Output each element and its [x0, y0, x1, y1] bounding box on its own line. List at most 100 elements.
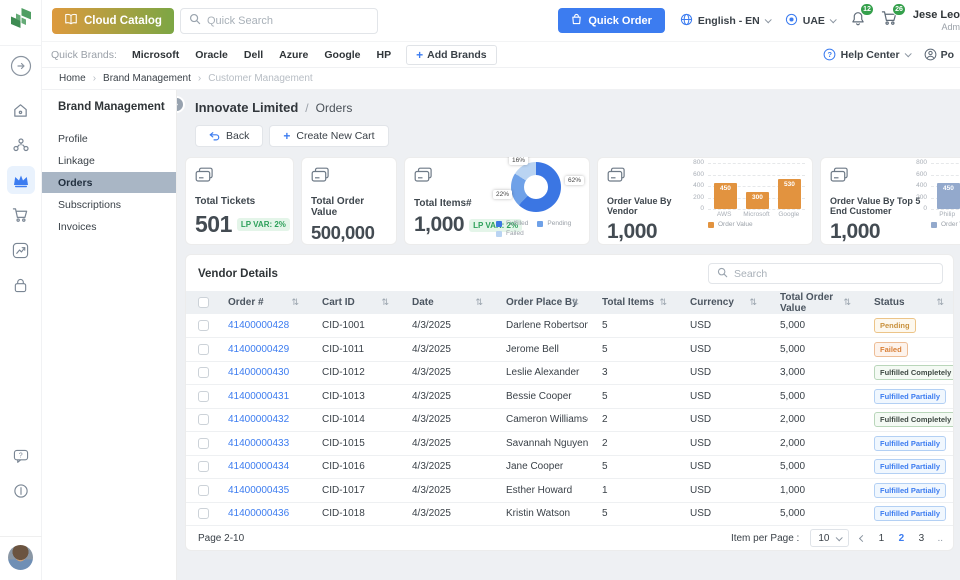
- x-axis-labels: PhilipCodyAnn: [931, 209, 960, 218]
- sort-icon[interactable]: ⇅: [291, 298, 299, 308]
- home-icon[interactable]: [7, 96, 35, 124]
- column-header-date: Date ⇅: [398, 291, 492, 314]
- page-1[interactable]: 1: [876, 533, 886, 544]
- brand-link-oracle[interactable]: Oracle: [195, 49, 228, 61]
- placed-by-cell: Jane Cooper: [492, 455, 588, 479]
- card-total-tickets: Total Tickets 501 LP VAR: 2%: [185, 157, 294, 245]
- organization-icon[interactable]: [7, 131, 35, 159]
- add-brands-button[interactable]: + Add Brands: [406, 45, 497, 65]
- cart-icon[interactable]: [7, 201, 35, 229]
- expand-rail-icon[interactable]: [10, 55, 32, 82]
- create-new-cart-button[interactable]: + Create New Cart: [269, 125, 388, 147]
- brand-link-hp[interactable]: HP: [377, 49, 392, 61]
- per-page-select[interactable]: 10: [810, 529, 849, 547]
- row-checkbox[interactable]: [198, 414, 209, 425]
- page-info: Page 2-10: [198, 533, 244, 544]
- panel-head: Vendor Details: [186, 255, 953, 291]
- row-checkbox[interactable]: [198, 508, 209, 519]
- plot-area: 450300530: [708, 163, 805, 209]
- sort-icon[interactable]: ⇅: [936, 298, 944, 308]
- bar-chart-body: 8006004002000450300520: [914, 163, 960, 209]
- contrast-toggle-icon[interactable]: [7, 477, 35, 505]
- table-search-input[interactable]: [734, 268, 934, 280]
- back-button[interactable]: Back: [195, 125, 263, 147]
- brand-link-dell[interactable]: Dell: [244, 49, 263, 61]
- sort-icon[interactable]: ⇅: [659, 298, 667, 308]
- card-value: 1,000: [607, 220, 657, 244]
- brand-link-azure[interactable]: Azure: [279, 49, 308, 61]
- help-center-dropdown[interactable]: ? Help Center: [823, 48, 910, 61]
- row-checkbox[interactable]: [198, 367, 209, 378]
- page-3[interactable]: 3: [916, 533, 926, 544]
- language-dropdown[interactable]: English - EN: [680, 13, 770, 29]
- column-label: Date: [412, 297, 434, 308]
- order-link[interactable]: 41400000435: [228, 485, 289, 496]
- order-link[interactable]: 41400000431: [228, 391, 289, 402]
- y-tick-label: 400: [916, 183, 927, 190]
- select-all-checkbox[interactable]: [198, 297, 209, 308]
- prev-page-button[interactable]: [859, 534, 866, 541]
- analytics-icon[interactable]: [7, 236, 35, 264]
- order-value-cell: 5,000: [766, 502, 860, 526]
- crown-icon[interactable]: [7, 166, 35, 194]
- order-link[interactable]: 41400000433: [228, 438, 289, 449]
- column-header-total-order-value: Total Order Value⇅: [766, 291, 860, 314]
- support-chat-icon[interactable]: ?: [7, 442, 35, 470]
- y-tick-label: 200: [693, 195, 704, 202]
- row-checkbox[interactable]: [198, 320, 209, 331]
- quick-search-input[interactable]: [207, 15, 369, 27]
- user-avatar[interactable]: [8, 545, 33, 570]
- profile-shortcut[interactable]: Po: [924, 48, 954, 61]
- top-bar: Cloud Catalog Quick Order English - EN: [42, 0, 960, 42]
- sidebar-item-invoices[interactable]: Invoices: [42, 216, 176, 237]
- quick-order-button[interactable]: Quick Order: [558, 8, 665, 33]
- breadcrumb-item[interactable]: Home: [59, 73, 86, 84]
- order-link[interactable]: 41400000429: [228, 344, 289, 355]
- order-link[interactable]: 41400000436: [228, 508, 289, 519]
- sort-icon[interactable]: ⇅: [381, 298, 389, 308]
- legend-label: Fulfilled: [506, 220, 528, 227]
- lp-var-badge: LP VAR: 2%: [237, 218, 290, 231]
- sort-icon[interactable]: ⇅: [475, 298, 483, 308]
- order-link[interactable]: 41400000434: [228, 461, 289, 472]
- sidebar-item-linkage[interactable]: Linkage: [42, 150, 176, 171]
- page-2[interactable]: 2: [896, 533, 906, 544]
- breadcrumb-item[interactable]: Brand Management: [103, 73, 191, 84]
- status-badge: Fulfilled Completely: [874, 365, 953, 380]
- card-value: 1,000: [830, 220, 880, 244]
- region-dropdown[interactable]: UAE: [785, 13, 835, 29]
- sidebar-item-subscriptions[interactable]: Subscriptions: [42, 194, 176, 215]
- row-checkbox[interactable]: [198, 391, 209, 402]
- brand-link-google[interactable]: Google: [324, 49, 360, 61]
- sort-icon[interactable]: ⇅: [843, 298, 851, 308]
- notifications-button[interactable]: 12: [850, 10, 866, 32]
- order-link[interactable]: 41400000430: [228, 367, 289, 378]
- checkbox-cell: [186, 338, 214, 362]
- notification-badge: 12: [860, 3, 874, 16]
- cart-button[interactable]: 26: [881, 10, 898, 31]
- row-checkbox[interactable]: [198, 344, 209, 355]
- brand-link-microsoft[interactable]: Microsoft: [132, 49, 179, 61]
- chart-legend: Order Value: [931, 221, 960, 228]
- cloud-catalog-button[interactable]: Cloud Catalog: [52, 8, 174, 34]
- sort-icon[interactable]: ⇅: [571, 298, 579, 308]
- currency-cell: USD: [676, 385, 766, 409]
- sidebar-item-profile[interactable]: Profile: [42, 128, 176, 149]
- user-menu[interactable]: Jese Leo Adm: [913, 9, 960, 33]
- order-link[interactable]: 41400000432: [228, 414, 289, 425]
- create-cart-label: Create New Cart: [296, 130, 374, 142]
- sidebar-item-orders[interactable]: Orders: [42, 172, 176, 193]
- sidebar-nav: ProfileLinkageOrdersSubscriptionsInvoice…: [42, 128, 176, 237]
- row-checkbox[interactable]: [198, 485, 209, 496]
- checkbox-cell: [186, 432, 214, 456]
- row-checkbox[interactable]: [198, 461, 209, 472]
- lock-icon[interactable]: [7, 271, 35, 299]
- donut-legend: FulfilledPendingFailed: [496, 220, 584, 237]
- sort-icon[interactable]: ⇅: [749, 298, 757, 308]
- status-badge: Fulfilled Partially: [874, 506, 946, 521]
- order-link[interactable]: 41400000428: [228, 320, 289, 331]
- row-checkbox[interactable]: [198, 438, 209, 449]
- currency-cell: USD: [676, 455, 766, 479]
- app-frame: Cloud Catalog Quick Order English - EN: [42, 0, 960, 580]
- sidebar-collapse-button[interactable]: ›: [177, 96, 185, 113]
